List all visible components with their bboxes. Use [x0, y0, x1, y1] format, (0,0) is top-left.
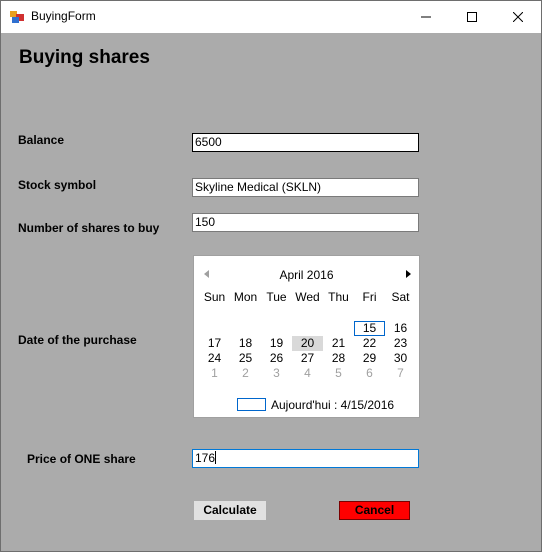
calendar-day[interactable]: 7	[385, 366, 416, 381]
close-icon	[513, 12, 523, 22]
share-price-field[interactable]: 176	[192, 449, 419, 468]
calendar-week-row: 15 16	[199, 321, 416, 336]
calendar-day[interactable]: 4	[292, 366, 323, 381]
calendar-weekday-row: Sun Mon Tue Wed Thu Fri Sat	[199, 290, 416, 306]
calendar-day[interactable]: 24	[199, 351, 230, 366]
calendar-day[interactable]: 26	[261, 351, 292, 366]
calendar-empty-cell	[230, 321, 261, 336]
calendar-week-row: 17 18 19 20 21 22 23	[199, 336, 416, 351]
buying-form-window: BuyingForm Buying shares Balance 6500 St…	[0, 0, 542, 552]
calendar-week-row: 1234567	[199, 366, 416, 381]
stock-symbol-label: Stock symbol	[18, 178, 97, 192]
calendar-day[interactable]: 21	[323, 336, 354, 351]
calendar-day[interactable]: 3	[261, 366, 292, 381]
calendar-weekday: Sat	[391, 290, 410, 304]
calendar-weekday: Wed	[295, 290, 320, 304]
calendar-day[interactable]: 29	[354, 351, 385, 366]
form-app-icon	[10, 11, 24, 23]
maximize-icon	[467, 12, 477, 22]
calendar-day[interactable]: 2	[230, 366, 261, 381]
today-marker	[237, 398, 266, 411]
calendar-day[interactable]: 15	[354, 321, 385, 336]
calendar-day[interactable]: 17	[199, 336, 230, 351]
calendar-weekday: Thu	[328, 290, 349, 304]
calendar-empty-cell	[292, 321, 323, 336]
calendar-weekday: Tue	[266, 290, 287, 304]
calendar-day[interactable]: 25	[230, 351, 261, 366]
calendar-month-title: April 2016	[279, 268, 334, 282]
calendar-day[interactable]: 5	[323, 366, 354, 381]
maximize-button[interactable]	[449, 1, 495, 33]
calendar-weekday: Fri	[362, 290, 377, 304]
calendar-day[interactable]: 30	[385, 351, 416, 366]
purchase-date-label: Date of the purchase	[18, 333, 137, 347]
calendar-day[interactable]: 22	[354, 336, 385, 351]
calendar-day[interactable]: 27	[292, 351, 323, 366]
calendar-empty-cell	[323, 321, 354, 336]
calendar-empty-cell	[261, 321, 292, 336]
text-caret	[215, 451, 217, 464]
calendar-day[interactable]: 23	[385, 336, 416, 351]
share-price-label: Price of ONE share	[27, 452, 136, 466]
balance-field[interactable]: 6500	[192, 133, 419, 152]
page-title: Buying shares	[19, 47, 150, 68]
calendar-day[interactable]: 16	[385, 321, 416, 336]
calendar-week-row: 24 25 26 27 28 29 30	[199, 351, 416, 366]
today-link[interactable]: Aujourd'hui : 4/15/2016	[271, 398, 394, 412]
shares-label: Number of shares to buy	[18, 221, 160, 235]
balance-label: Balance	[18, 133, 65, 147]
window-title: BuyingForm	[31, 9, 96, 23]
calendar-empty-cell	[199, 321, 230, 336]
calendar-day[interactable]: 1	[199, 366, 230, 381]
minimize-button[interactable]	[403, 1, 449, 33]
minimize-icon	[421, 16, 431, 18]
calculate-button[interactable]: Calculate	[194, 501, 266, 520]
shares-field[interactable]: 150	[192, 213, 419, 232]
next-month-icon[interactable]	[406, 270, 411, 278]
title-bar[interactable]: BuyingForm	[1, 1, 541, 33]
calendar-day[interactable]: 28	[323, 351, 354, 366]
close-button[interactable]	[495, 1, 541, 33]
cancel-button[interactable]: Cancel	[339, 501, 410, 520]
calendar-weekday: Mon	[233, 290, 258, 304]
calendar-day[interactable]: 20	[292, 336, 323, 351]
share-price-value: 176	[195, 451, 216, 465]
stock-symbol-field[interactable]: Skyline Medical (SKLN)	[192, 178, 419, 197]
calendar-weekday: Sun	[203, 290, 226, 304]
calendar-day[interactable]: 18	[230, 336, 261, 351]
calendar-grid: Sun Mon Tue Wed Thu Fri Sat 15 16 17 18 19 20 21 22 23…	[199, 290, 416, 381]
month-calendar[interactable]: April 2016 Sun Mon Tue Wed Thu Fri Sat 15 16 17 1…	[193, 255, 420, 418]
calendar-day[interactable]: 19	[261, 336, 292, 351]
calendar-day[interactable]: 6	[354, 366, 385, 381]
calendar-days: 15 16 17 18 19 20 21 22 23 24 25 26 27 28 29 30 1 2 3 4 5 6 7	[199, 321, 416, 381]
